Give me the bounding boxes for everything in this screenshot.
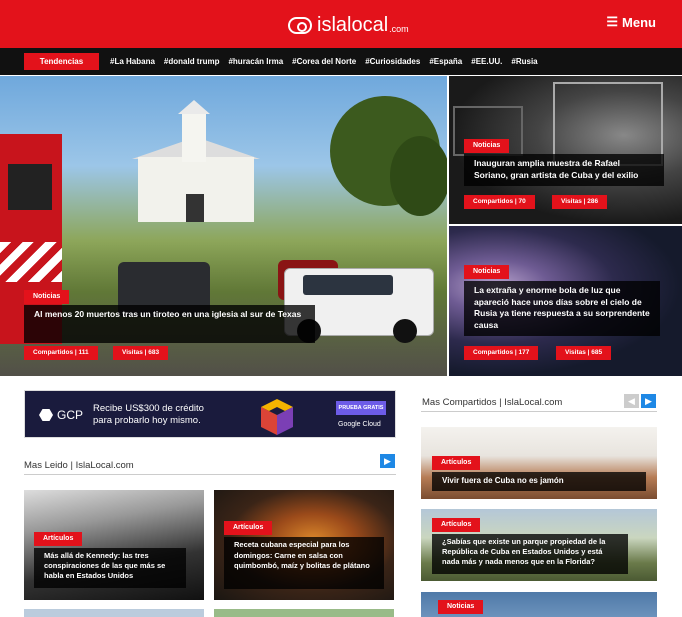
article-title[interactable]: La extraña y enorme bola de luz que apar… bbox=[464, 281, 660, 336]
most-read-title: Mas Leido | IslaLocal.com bbox=[24, 460, 134, 471]
trend-link[interactable]: #Rusia bbox=[511, 57, 537, 66]
category-tag[interactable]: Noticias bbox=[464, 265, 510, 279]
trend-link[interactable]: #La Habana bbox=[110, 57, 155, 66]
most-read-card[interactable] bbox=[214, 609, 394, 617]
article-title[interactable]: Inauguran amplia muestra de Rafael Soria… bbox=[464, 154, 664, 186]
article-title[interactable]: Receta cubana especial para los domingos… bbox=[224, 537, 384, 589]
shared-count: Compartidos | 111 bbox=[24, 346, 98, 360]
trend-link[interactable]: #España bbox=[429, 57, 462, 66]
most-shared-title: Mas Compartidos | IslaLocal.com bbox=[422, 397, 563, 408]
chevron-left-icon[interactable]: ◀ bbox=[624, 394, 639, 408]
trend-link[interactable]: #EE.UU. bbox=[471, 57, 502, 66]
hamburger-icon: ☰ bbox=[606, 14, 619, 29]
google-cloud-label: Google Cloud bbox=[338, 421, 381, 428]
site-logo[interactable]: islalocal .com bbox=[288, 12, 409, 38]
menu-label: Menu bbox=[622, 14, 656, 30]
category-tag[interactable]: Noticias bbox=[438, 600, 484, 614]
trend-link[interactable]: #donald trump bbox=[164, 57, 220, 66]
trending-bar: Tendencias #La Habana #donald trump #hur… bbox=[0, 48, 682, 75]
trend-link[interactable]: #huracán Irma bbox=[228, 57, 283, 66]
church-image bbox=[132, 100, 260, 222]
divider bbox=[421, 411, 657, 412]
category-tag[interactable]: Artículos bbox=[432, 518, 481, 532]
trending-label: Tendencias bbox=[24, 53, 99, 70]
logo-icon bbox=[288, 16, 312, 34]
category-tag[interactable]: Noticias bbox=[464, 139, 510, 153]
visits-count: Visitas | 685 bbox=[556, 346, 612, 360]
logo-domain: .com bbox=[389, 23, 409, 34]
gcp-logo: GCP bbox=[39, 408, 83, 422]
article-title[interactable]: ¿Sabías que existe un parque propiedad d… bbox=[432, 534, 628, 574]
article-title[interactable]: Vivir fuera de Cuba no es jamón bbox=[432, 472, 646, 491]
hero-main-article[interactable]: Noticias Al menos 20 muertos tras un tir… bbox=[0, 76, 447, 376]
gcp-ad-banner[interactable]: GCP Recibe US$300 de crédito para probar… bbox=[24, 390, 396, 438]
menu-button[interactable]: ☰ Menu bbox=[606, 14, 656, 30]
cube-graphic-icon bbox=[261, 399, 293, 435]
shared-count: Compartidos | 177 bbox=[464, 346, 539, 360]
gcp-hex-icon bbox=[39, 409, 53, 421]
article-title[interactable]: Más allá de Kennedy: las tres conspiraci… bbox=[34, 548, 186, 588]
shared-count: Compartidos | 70 bbox=[464, 195, 535, 209]
visits-count: Visitas | 683 bbox=[113, 346, 169, 360]
top-bar: islalocal .com ☰ Menu bbox=[0, 0, 682, 48]
tree-image bbox=[390, 136, 447, 216]
trending-list: #La Habana #donald trump #huracán Irma #… bbox=[110, 48, 538, 75]
category-tag[interactable]: Artículos bbox=[34, 532, 83, 546]
most-shared-card[interactable]: Artículos Vivir fuera de Cuba no es jamó… bbox=[421, 427, 657, 499]
chevron-right-icon[interactable]: ▶ bbox=[641, 394, 656, 408]
trend-link[interactable]: #Corea del Norte bbox=[292, 57, 356, 66]
most-read-card[interactable]: Artículos Receta cubana especial para lo… bbox=[214, 490, 394, 600]
trend-link[interactable]: #Curiosidades bbox=[365, 57, 420, 66]
chevron-right-icon[interactable]: ▶ bbox=[380, 454, 395, 468]
ad-text: Recibe US$300 de crédito para probarlo h… bbox=[93, 403, 204, 426]
hero-top-right-article[interactable]: Noticias Inauguran amplia muestra de Raf… bbox=[449, 76, 682, 224]
category-tag[interactable]: Artículos bbox=[224, 521, 273, 535]
gcp-brand: GCP bbox=[57, 408, 84, 422]
most-shared-card[interactable]: Noticias bbox=[421, 592, 657, 617]
category-tag[interactable]: Artículos bbox=[432, 456, 481, 470]
article-title[interactable]: Al menos 20 muertos tras un tiroteo en u… bbox=[24, 305, 315, 343]
divider bbox=[24, 474, 396, 475]
visits-count: Visitas | 286 bbox=[552, 195, 608, 209]
most-read-card[interactable]: Artículos Más allá de Kennedy: las tres … bbox=[24, 490, 204, 600]
most-read-card[interactable] bbox=[24, 609, 204, 617]
most-shared-card[interactable]: Artículos ¿Sabías que existe un parque p… bbox=[421, 509, 657, 581]
free-trial-button[interactable]: PRUEBA GRATIS bbox=[336, 401, 386, 415]
logo-text: islalocal bbox=[317, 13, 389, 36]
hero-bottom-right-article[interactable]: Noticias La extraña y enorme bola de luz… bbox=[449, 226, 682, 376]
category-tag[interactable]: Noticias bbox=[24, 290, 70, 304]
